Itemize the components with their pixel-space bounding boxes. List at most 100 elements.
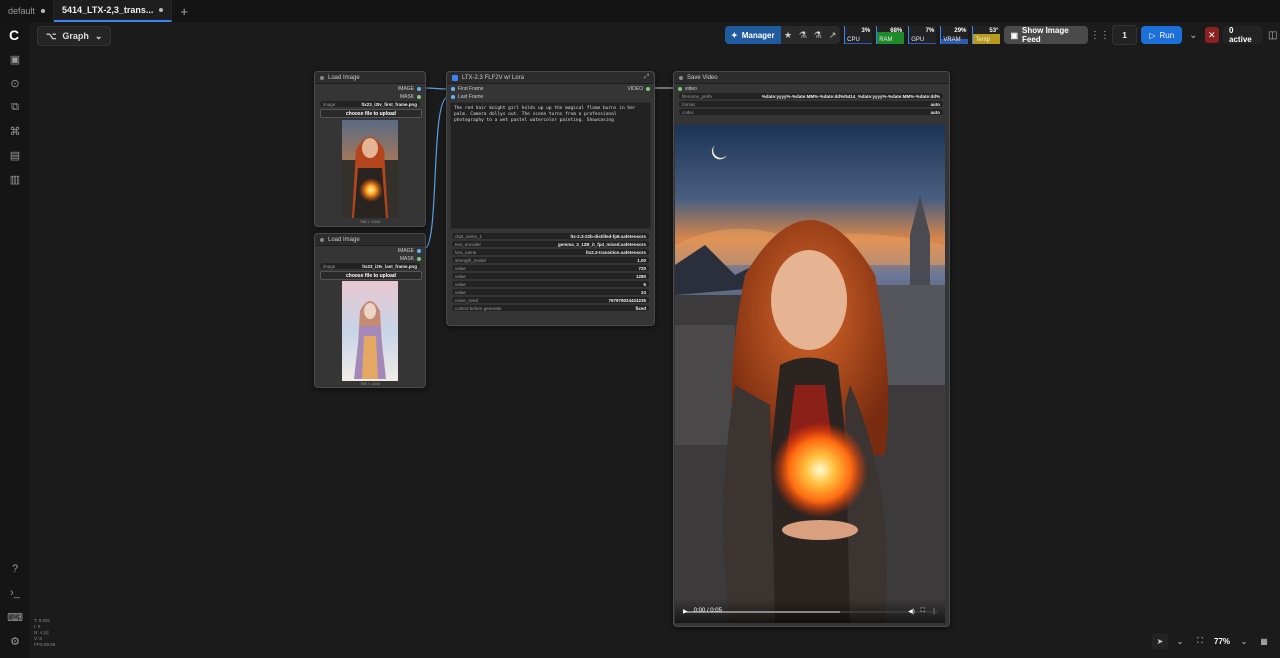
run-label: Run xyxy=(1159,30,1175,40)
input-video[interactable]: video xyxy=(678,86,697,92)
run-options-chevron-icon[interactable]: ⌄ xyxy=(1186,26,1200,44)
input-last-frame[interactable]: Last Frame xyxy=(451,94,483,100)
fps-widget[interactable]: value 24 xyxy=(452,289,649,295)
ckpt-name-widget[interactable]: ckpt_name_1 ltx-2.3-22b-distilled-fp8.saf… xyxy=(452,233,649,239)
upload-button[interactable]: choose file to upload xyxy=(320,271,422,280)
port-icon[interactable] xyxy=(417,95,421,99)
video-player[interactable]: ▶ 0:00 / 0:05 ◀) ⛶ ⋮ xyxy=(675,125,945,623)
input-first-frame[interactable]: First Frame xyxy=(451,86,484,92)
port-icon[interactable] xyxy=(678,87,682,91)
fit-view-icon[interactable]: ⛶ xyxy=(1192,633,1208,649)
output-mask[interactable]: MASK xyxy=(400,94,421,100)
collapse-dot-icon[interactable] xyxy=(320,237,324,242)
workflows-icon[interactable]: ⌘ xyxy=(8,124,22,138)
flask-icon[interactable]: ⚗ xyxy=(795,26,810,44)
tab-default[interactable]: default xyxy=(0,0,55,22)
share-icon[interactable]: ↗ xyxy=(825,26,840,44)
node-header: Load Image xyxy=(315,234,425,246)
models-icon[interactable]: ⊙ xyxy=(8,76,22,90)
tab-label: default xyxy=(8,6,36,16)
widget-label: format xyxy=(682,101,695,107)
link-visibility-icon[interactable]: ⤧ xyxy=(1276,633,1280,649)
duration-widget[interactable]: value 6 xyxy=(452,281,649,287)
filename-prefix-widget[interactable]: filename_prefix %date:yyyy%-%date:MM%-%da… xyxy=(679,93,943,99)
flask-alt-icon[interactable]: ⚗ xyxy=(810,26,825,44)
batch-count-input[interactable]: 1 xyxy=(1111,25,1138,45)
right-panel-toggle-icon[interactable]: ◫ xyxy=(1266,26,1280,44)
input-label: Last Frame xyxy=(458,94,484,100)
image-icon[interactable]: ▣ xyxy=(8,52,22,66)
port-icon[interactable] xyxy=(451,95,455,99)
expand-icon[interactable]: ⤢ xyxy=(644,74,649,81)
format-widget[interactable]: format auto xyxy=(679,101,943,107)
strength-model-widget[interactable]: strength_model 1.00 xyxy=(452,257,649,263)
widget-label: value xyxy=(455,273,466,279)
settings-gear-icon[interactable]: ⚙ xyxy=(8,634,22,648)
node-header: Save Video xyxy=(674,72,949,84)
port-icon[interactable] xyxy=(646,87,650,91)
collapse-dot-icon[interactable] xyxy=(320,75,324,80)
output-image[interactable]: IMAGE xyxy=(398,248,421,254)
star-icon[interactable]: ★ xyxy=(781,26,796,44)
cancel-run-button[interactable]: ✕ xyxy=(1204,27,1220,43)
node-header: Load Image xyxy=(315,72,425,84)
more-options-icon[interactable]: ⋮ xyxy=(931,608,937,615)
output-image[interactable]: IMAGE xyxy=(398,86,421,92)
upload-button[interactable]: choose file to upload xyxy=(320,109,422,118)
graph-label: Graph xyxy=(62,31,89,41)
help-icon[interactable]: ? xyxy=(8,562,22,576)
keyboard-icon[interactable]: ⌨ xyxy=(7,610,23,624)
active-queue-label[interactable]: 0 active xyxy=(1223,26,1262,44)
control-before-generate-widget[interactable]: control before generate fixed xyxy=(452,305,649,311)
height-widget[interactable]: value 1280 xyxy=(452,273,649,279)
zoom-level[interactable]: 77% xyxy=(1212,633,1232,649)
templates-icon[interactable]: ▤ xyxy=(8,148,22,162)
tab-workflow[interactable]: 5414_LTX-2,3_trans... xyxy=(54,0,173,22)
play-icon[interactable]: ▶ xyxy=(683,608,688,615)
output-video[interactable]: VIDEO xyxy=(627,86,650,92)
video-controls: ▶ 0:00 / 0:05 ◀) ⛶ ⋮ xyxy=(675,599,945,623)
drag-handle-icon[interactable]: ⋮⋮ xyxy=(1090,26,1110,44)
graph-mode-button[interactable]: ⌥ Graph ⌄ xyxy=(37,26,112,46)
port-icon[interactable] xyxy=(417,249,421,253)
port-icon[interactable] xyxy=(417,257,421,261)
load-image-node-1[interactable]: Load Image IMAGE MASK image ltx23_i2Iv_fi… xyxy=(314,71,426,227)
widget-value: ltx23_i2Iv_first_frame.png xyxy=(361,101,417,107)
prompt-textarea[interactable]: The red hair knight girl holds up up the… xyxy=(450,102,651,229)
codec-widget[interactable]: codec auto xyxy=(679,109,943,115)
collapse-dot-icon[interactable] xyxy=(679,75,683,80)
image-dimensions: 768 × 1344 xyxy=(359,219,381,224)
chevron-down-icon[interactable]: ⌄ xyxy=(1172,633,1188,649)
volume-icon[interactable]: ◀) xyxy=(908,608,915,615)
text-encoder-widget[interactable]: text_encoder gemma_3_12B_it_fp4_mixed.saf… xyxy=(452,241,649,247)
fullscreen-icon[interactable]: ⛶ xyxy=(921,608,925,615)
select-tool-icon[interactable]: ➤ xyxy=(1152,633,1168,649)
add-tab-button[interactable]: + xyxy=(172,0,196,22)
image-select-widget[interactable]: image ltx23_i2Iv_first_frame.png xyxy=(320,101,420,107)
top-toolbar: ✦ Manager ★ ⚗ ⚗ ↗ CPU 3% RAM 68% GPU 7% VRA… xyxy=(725,25,1280,45)
manager-button[interactable]: ✦ Manager xyxy=(725,26,781,44)
image-select-widget[interactable]: image ltx23_i2Iv_last_frame.png xyxy=(320,263,420,269)
output-mask[interactable]: MASK xyxy=(400,256,421,262)
input-label: video xyxy=(685,86,697,92)
noise-seed-widget[interactable]: noise_seed 767979024424235 xyxy=(452,297,649,303)
run-button[interactable]: ▷ Run xyxy=(1141,26,1183,44)
widget-label: noise_seed xyxy=(455,297,479,303)
minimap-icon[interactable]: ▦ xyxy=(1256,633,1272,649)
port-icon[interactable] xyxy=(417,87,421,91)
terminal-icon[interactable]: ›_ xyxy=(8,586,22,600)
width-widget[interactable]: value 720 xyxy=(452,265,649,271)
graph-canvas[interactable] xyxy=(30,22,1280,658)
zoom-chevron-icon[interactable]: ⌄ xyxy=(1236,633,1252,649)
port-icon[interactable] xyxy=(451,87,455,91)
app-logo-icon[interactable]: C xyxy=(9,27,19,43)
lora-name-widget[interactable]: lora_name ltx2.3-transition.safetensors xyxy=(452,249,649,255)
temp-monitor: Temp 53° xyxy=(972,26,1001,44)
ltx-flf2v-node[interactable]: LTX-2.3 FLF2V w/ Lora ⤢ First Frame Last… xyxy=(446,71,655,326)
stat-line: FPS:59.88 xyxy=(34,642,56,648)
nodes-library-icon[interactable]: ⧉ xyxy=(8,100,22,114)
widget-value: ltx-2.3-22b-distilled-fp8.safetensors xyxy=(570,233,646,239)
queue-icon[interactable]: ▥ xyxy=(8,172,22,186)
show-image-feed-button[interactable]: ▣ Show Image Feed xyxy=(1004,26,1088,44)
load-image-node-2[interactable]: Load Image IMAGE MASK image ltx23_i2Iv_la… xyxy=(314,233,426,388)
